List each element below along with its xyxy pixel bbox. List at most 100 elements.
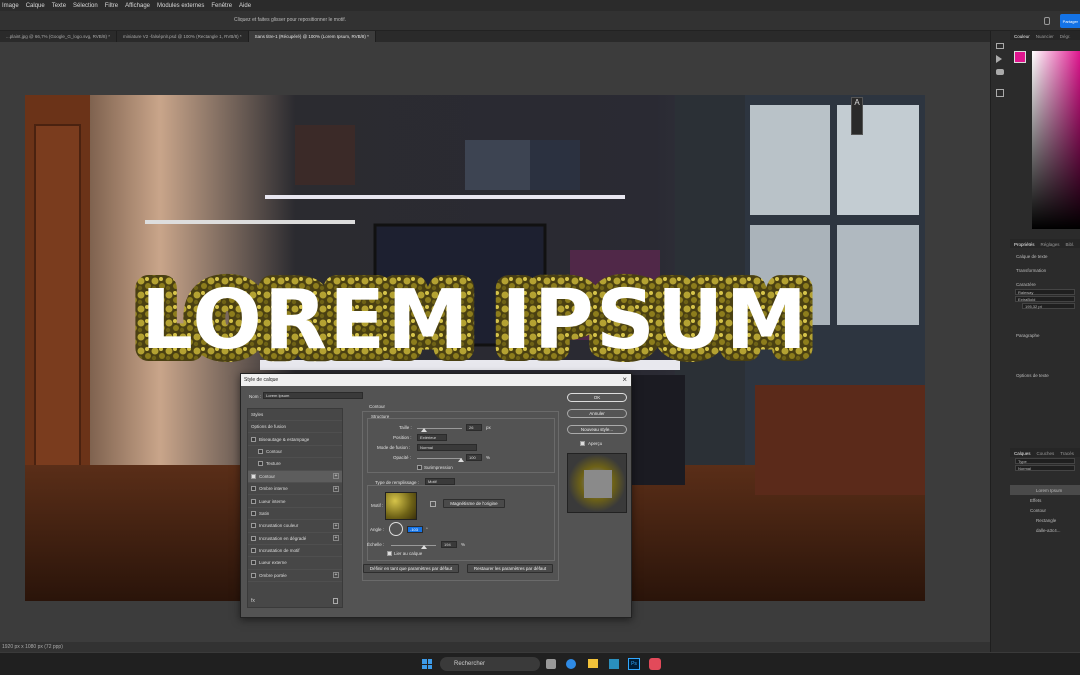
- style-item[interactable]: Ombre portée +: [248, 570, 342, 583]
- menu-item[interactable]: Aide: [239, 3, 251, 9]
- scale-slider-knob[interactable]: [421, 545, 427, 549]
- style-checkbox[interactable]: [251, 486, 256, 492]
- document-tab[interactable]: miniature V2 -falsépnlr.psd @ 100% (Rect…: [117, 31, 249, 42]
- style-checkbox[interactable]: [251, 548, 256, 554]
- style-checkbox[interactable]: [251, 473, 256, 479]
- font-style-select[interactable]: ExtraBold: [1015, 296, 1075, 302]
- photoshop-icon[interactable]: Ps: [628, 658, 640, 670]
- adjust-icon[interactable]: [996, 89, 1004, 97]
- style-checkbox[interactable]: [251, 523, 256, 529]
- history-icon[interactable]: [996, 43, 1004, 49]
- opacity-slider-knob[interactable]: [458, 458, 464, 462]
- style-item[interactable]: Ombre interne +: [248, 483, 342, 496]
- size-slider-knob[interactable]: [421, 428, 427, 432]
- layer-blend-select[interactable]: Normal: [1015, 465, 1075, 471]
- add-style-icon[interactable]: +: [333, 522, 339, 529]
- color-panel-tabs[interactable]: Couleur Nuancier Dégr.: [1010, 31, 1080, 40]
- layer-row[interactable]: Effets: [1010, 495, 1080, 505]
- style-item[interactable]: Lueur externe: [248, 557, 342, 570]
- pattern-swatch[interactable]: [385, 492, 417, 520]
- user-icon[interactable]: [1044, 17, 1050, 25]
- font-size-field[interactable]: 195,32 pt: [1022, 303, 1075, 309]
- foreground-swatch[interactable]: [1014, 51, 1026, 63]
- style-checkbox[interactable]: [258, 461, 263, 467]
- start-icon[interactable]: [422, 659, 432, 669]
- explorer-icon[interactable]: [588, 659, 598, 668]
- play-icon[interactable]: [996, 55, 1002, 63]
- preview-checkbox[interactable]: [580, 441, 585, 446]
- style-item[interactable]: Texture: [248, 458, 342, 471]
- style-item[interactable]: Options de fusion: [248, 421, 342, 434]
- panel-tab[interactable]: Nuancier: [1036, 34, 1054, 39]
- color-field[interactable]: [1032, 51, 1080, 229]
- layers-tabs[interactable]: Calques Couches Tracés: [1010, 448, 1080, 457]
- style-item[interactable]: Incrustation de motif: [248, 545, 342, 558]
- set-default-button[interactable]: Définir en tant que paramètres par défau…: [363, 564, 459, 573]
- add-style-icon[interactable]: +: [333, 485, 339, 492]
- style-item[interactable]: Incrustation couleur +: [248, 520, 342, 533]
- floating-toolbar[interactable]: A: [851, 97, 863, 135]
- style-checkbox[interactable]: [251, 498, 256, 504]
- menu-item[interactable]: Affichage: [125, 3, 150, 9]
- opacity-slider[interactable]: [417, 458, 462, 459]
- font-family-select[interactable]: Raleway: [1015, 289, 1075, 295]
- snap-origin-button[interactable]: Magnétisme de l'origine: [443, 499, 505, 508]
- panel-tab[interactable]: Réglages: [1041, 242, 1060, 247]
- blend-mode-select[interactable]: Normal: [417, 444, 477, 451]
- style-checkbox[interactable]: [251, 535, 256, 541]
- menu-item[interactable]: Filtre: [105, 3, 118, 9]
- dialog-titlebar[interactable]: Style de calque ×: [241, 374, 631, 386]
- layer-search[interactable]: Type: [1015, 458, 1075, 464]
- transform-section[interactable]: Transformation: [1010, 266, 1080, 274]
- add-style-icon[interactable]: +: [333, 473, 339, 480]
- paragraph-section[interactable]: Paragraphe: [1010, 331, 1080, 339]
- angle-field[interactable]: -103: [407, 526, 423, 533]
- layer-row[interactable]: dalle-a3c4...: [1010, 525, 1080, 535]
- app-icon[interactable]: [649, 658, 661, 670]
- menu-item[interactable]: Modules externes: [157, 3, 204, 9]
- style-item[interactable]: Incrustation en dégradé +: [248, 533, 342, 545]
- style-checkbox[interactable]: [251, 572, 256, 578]
- properties-tabs[interactable]: Propriétés Réglages Bibl.: [1010, 239, 1080, 248]
- cancel-button[interactable]: Annuler: [567, 409, 627, 418]
- store-icon[interactable]: [609, 659, 619, 669]
- reset-default-button[interactable]: Restaurer les paramètres par défaut: [467, 564, 553, 573]
- layer-row[interactable]: Lorem Ipsum: [1010, 485, 1080, 495]
- panel-tab[interactable]: Dégr.: [1060, 34, 1071, 39]
- style-item[interactable]: Biseautage & estampage: [248, 433, 342, 446]
- panel-tab[interactable]: Tracés: [1060, 451, 1074, 456]
- document-tab[interactable]: ...plaint.jpg @ 66,7% (Google_G_logo.svg…: [0, 31, 118, 42]
- edge-icon[interactable]: [566, 659, 576, 669]
- layer-row[interactable]: Rectangle: [1010, 515, 1080, 525]
- overprint-checkbox[interactable]: [417, 465, 422, 470]
- new-style-button[interactable]: Nouveau style...: [567, 425, 627, 434]
- link-layer-checkbox[interactable]: [387, 551, 392, 556]
- menu-item[interactable]: Image: [2, 3, 19, 9]
- text-tool-icon[interactable]: A: [852, 98, 862, 107]
- task-view-icon[interactable]: [546, 659, 556, 669]
- new-preset-icon[interactable]: [430, 501, 436, 507]
- fx-icon[interactable]: fx: [251, 598, 255, 604]
- ok-button[interactable]: OK: [567, 393, 627, 402]
- panel-tab[interactable]: Calques: [1014, 451, 1031, 456]
- panel-tab[interactable]: Bibl.: [1066, 242, 1075, 247]
- style-checkbox[interactable]: [251, 436, 256, 442]
- comment-icon[interactable]: [996, 69, 1004, 75]
- style-checkbox[interactable]: [258, 448, 263, 454]
- styles-header[interactable]: Styles: [248, 409, 342, 421]
- style-item[interactable]: Contour +: [248, 470, 342, 483]
- close-icon[interactable]: ×: [622, 375, 627, 384]
- panel-tab[interactable]: Couleur: [1014, 34, 1030, 39]
- menu-item[interactable]: Texte: [52, 3, 66, 9]
- panel-tab[interactable]: Couches: [1037, 451, 1055, 456]
- character-section[interactable]: Caractère: [1010, 280, 1080, 288]
- taskbar-search[interactable]: Rechercher: [440, 657, 540, 671]
- style-item[interactable]: Lueur interne: [248, 495, 342, 508]
- size-field[interactable]: 26: [466, 424, 482, 431]
- document-tab[interactable]: Sans titre-1 (Récupéré) @ 100% (Lorem Ip…: [248, 31, 376, 42]
- menu-item[interactable]: Calque: [26, 3, 45, 9]
- scale-slider[interactable]: [391, 545, 436, 546]
- add-style-icon[interactable]: +: [333, 535, 339, 542]
- style-item[interactable]: Satin: [248, 508, 342, 521]
- position-select[interactable]: Extérieur: [417, 434, 447, 441]
